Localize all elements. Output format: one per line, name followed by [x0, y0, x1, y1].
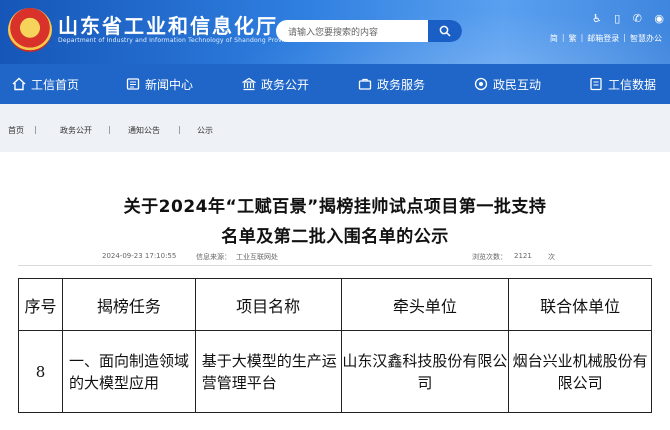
- divider: |: [580, 33, 584, 42]
- publish-date: 2024-09-23 17:10:55: [102, 252, 177, 260]
- nav-label: 政务公开: [261, 77, 310, 92]
- search-icon: [439, 25, 451, 37]
- nav-label: 工信首页: [31, 77, 80, 92]
- nav-label: 政民互动: [493, 77, 542, 92]
- smart-office-link[interactable]: 智慧办公: [630, 33, 662, 44]
- news-icon: [126, 77, 140, 91]
- views-count: 2121: [514, 252, 532, 260]
- table-row: 8 一、面向制造领域的大模型应用 基于大模型的生产运营管理平台 山东汉鑫科技股份…: [18, 330, 652, 413]
- accessibility-tools: ♿ ▯ ✆ ◉: [592, 12, 664, 26]
- divider: |: [623, 33, 626, 42]
- views-label: 浏览次数：: [472, 253, 507, 261]
- emblem-logo[interactable]: ★: [8, 8, 52, 52]
- nav-label: 政务服务: [377, 77, 426, 92]
- site-subtitle: Department of Industry and Information T…: [58, 37, 296, 44]
- top-links: 简 | 繁 | 邮箱登录 | 智慧办公: [550, 33, 662, 44]
- nav-item-interaction[interactable]: 政民互动: [474, 64, 541, 104]
- nav-label: 工信数据: [608, 77, 657, 92]
- nav-item-news[interactable]: 新闻中心: [126, 64, 193, 104]
- breadcrumb-separator: |: [108, 125, 111, 134]
- mobile-icon[interactable]: ▯: [614, 12, 620, 26]
- weibo-icon[interactable]: ◉: [654, 12, 664, 26]
- cell-project: 基于大模型的生产运营管理平台: [194, 330, 342, 413]
- wechat-icon[interactable]: ✆: [633, 12, 642, 26]
- breadcrumb-notices[interactable]: 通知公告: [128, 125, 160, 136]
- accessibility-icon[interactable]: ♿: [592, 12, 602, 26]
- home-icon: [12, 77, 26, 91]
- header-index: 序号: [18, 278, 63, 331]
- data-icon: [589, 77, 603, 91]
- breadcrumb-home[interactable]: 首页: [8, 125, 24, 136]
- main-nav: 工信首页 新闻中心 政务公开 政务服务 政民互动 工信数据: [0, 64, 670, 104]
- article-content: 关于2024年“工赋百景”揭榜挂帅试点项目第一批支持 名单及第二批入围名单的公示…: [10, 152, 660, 430]
- header-lead-unit: 牵头单位: [340, 278, 510, 331]
- site-header: ★ 山东省工业和信息化厅 Department of Industry and …: [0, 0, 670, 64]
- header-task: 揭榜任务: [61, 278, 196, 331]
- article-title-line1: 关于2024年“工赋百景”揭榜挂帅试点项目第一批支持: [123, 197, 547, 217]
- search-box[interactable]: 请输入您要搜索的内容: [276, 20, 462, 42]
- breadcrumb-current: 公示: [197, 126, 213, 135]
- divider: |: [561, 33, 565, 42]
- source-value: 工业互联网处: [236, 253, 278, 261]
- traditional-chinese-link[interactable]: 繁: [569, 33, 577, 44]
- nav-item-gov-service[interactable]: 政务服务: [358, 64, 425, 104]
- cell-index: 8: [18, 330, 63, 413]
- article-title-line2: 名单及第二批入围名单的公示: [221, 227, 449, 247]
- service-icon: [358, 77, 372, 91]
- header-partner-unit: 联合体单位: [508, 278, 652, 331]
- views-unit: 次: [548, 253, 555, 261]
- cell-lead-unit: 山东汉鑫科技股份有限公司: [340, 330, 510, 413]
- search-button[interactable]: [428, 20, 462, 42]
- nav-item-home[interactable]: 工信首页: [12, 64, 79, 104]
- breadcrumb-separator: |: [34, 125, 37, 134]
- nav-item-gov-affairs[interactable]: 政务公开: [242, 64, 309, 104]
- breadcrumb-gov-affairs[interactable]: 政务公开: [60, 125, 92, 136]
- cell-partner-unit: 烟台兴业机械股份有限公司: [508, 330, 652, 413]
- source-label: 信息来源：: [196, 253, 231, 261]
- title-divider: [18, 265, 652, 266]
- header-project: 项目名称: [194, 278, 342, 331]
- simplified-chinese-link[interactable]: 简: [550, 33, 558, 44]
- nav-item-data[interactable]: 工信数据: [589, 64, 656, 104]
- notice-table: 序号 揭榜任务 项目名称 牵头单位 联合体单位 8 一、面向制造领域的大模型应用…: [18, 278, 652, 413]
- site-title[interactable]: 山东省工业和信息化厅: [58, 10, 278, 39]
- interact-icon: [474, 77, 488, 91]
- cell-task: 一、面向制造领域的大模型应用: [61, 330, 196, 413]
- email-login-link[interactable]: 邮箱登录: [587, 33, 619, 44]
- table-header-row: 序号 揭榜任务 项目名称 牵头单位 联合体单位: [18, 278, 652, 331]
- nav-label: 新闻中心: [145, 77, 194, 92]
- breadcrumb-separator: |: [178, 125, 181, 134]
- gov-icon: [242, 77, 256, 91]
- search-input[interactable]: 请输入您要搜索的内容: [288, 25, 378, 38]
- breadcrumb: 首页 | 政务公开 | 通知公告 | 公示: [0, 104, 670, 152]
